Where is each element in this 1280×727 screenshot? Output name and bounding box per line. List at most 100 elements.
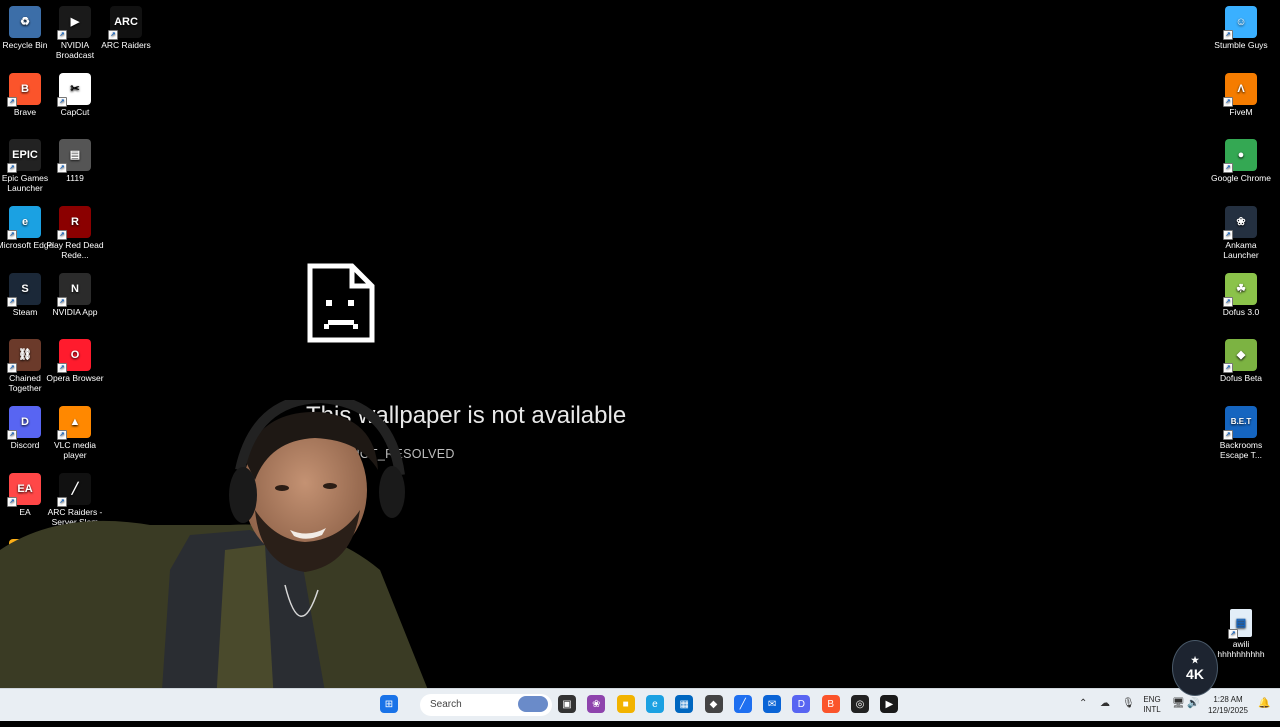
- icon-label: CapCut: [60, 107, 90, 117]
- desktop-icon-google-chrome[interactable]: ● ↗ Google Chrome: [1208, 133, 1274, 183]
- taskbar: ⊞ Search ▣ ❀ ■ e ▦ ◆ ╱ ✉ D B ◎ ▶ ⌃ ☁ 🎙 ENG INTL 🖥 🔊…: [0, 688, 1280, 721]
- icon-label: awili hhhhhhhhhh: [1217, 639, 1265, 659]
- taskbar-glyph: ▦: [679, 698, 689, 710]
- shortcut-arrow-icon: ↗: [1223, 297, 1233, 307]
- desktop-icon-backrooms-escape-t[interactable]: B.E.T ↗ Backrooms Escape T...: [1208, 400, 1274, 460]
- icon-glyph: ⛓: [18, 349, 32, 361]
- recycle-bin-icon: ♻: [9, 6, 41, 38]
- icon-glyph: S: [21, 283, 29, 295]
- desktop-icon-dofus-beta[interactable]: ◆ ↗ Dofus Beta: [1208, 333, 1274, 383]
- keyboard-layout: INTL: [1143, 705, 1161, 714]
- icon-glyph: e: [21, 216, 29, 228]
- shortcut-arrow-icon: ↗: [57, 97, 67, 107]
- taskbar-outlook-icon[interactable]: ✉: [763, 695, 782, 713]
- icon-glyph: ●: [1237, 149, 1245, 161]
- taskbar-brave-icon[interactable]: B: [821, 695, 840, 713]
- desktop-icon-awili-hhhhhhhhhh[interactable]: ▤ ↗ awili hhhhhhhhhh: [1208, 603, 1274, 659]
- taskbar-store-icon[interactable]: ▦: [675, 695, 694, 713]
- icon-label: Dofus 3.0: [1222, 307, 1260, 317]
- language-indicator[interactable]: ENG INTL: [1138, 695, 1166, 727]
- microphone-icon[interactable]: 🎙: [1122, 698, 1135, 709]
- shortcut-arrow-icon: ↗: [1223, 230, 1233, 240]
- clock-time: 1:28 AM: [1213, 695, 1243, 704]
- desktop-icon-1119[interactable]: ▤ ↗ 1119: [42, 133, 108, 183]
- language-code: ENG: [1143, 695, 1161, 704]
- shortcut-arrow-icon: ↗: [1223, 363, 1233, 373]
- taskbar-discord-icon[interactable]: D: [792, 695, 811, 713]
- brave-icon: B ↗: [7, 73, 41, 107]
- arc-raiders-icon: ARC ↗: [108, 6, 142, 40]
- chevron-up-icon[interactable]: ⌃: [1079, 698, 1087, 709]
- taskbar-nvidia-icon[interactable]: ▶: [880, 695, 899, 713]
- taskbar-glyph: B: [827, 698, 835, 710]
- shortcut-arrow-icon: ↗: [7, 297, 17, 307]
- icon-glyph: ◆: [1236, 349, 1246, 361]
- desktop-icon-nvidia-app[interactable]: N ↗ NVIDIA App: [42, 267, 108, 317]
- fivem-icon: Λ ↗: [1223, 73, 1257, 107]
- taskbar-obs-icon[interactable]: ◎: [851, 695, 869, 713]
- start-button[interactable]: ⊞: [380, 695, 398, 713]
- dofus-beta-icon: ◆ ↗: [1223, 339, 1257, 373]
- icon-label: FiveM: [1229, 107, 1253, 117]
- google-chrome-icon: ● ↗: [1223, 139, 1257, 173]
- dofus-3-0-icon: ☘ ↗: [1223, 273, 1257, 307]
- icon-glyph: B.E.T: [1230, 417, 1252, 426]
- icon-glyph: ▤: [69, 149, 81, 161]
- icon-label: Ankama Launcher: [1223, 240, 1259, 260]
- desktop-icon-capcut[interactable]: ✂ ↗ CapCut: [42, 67, 108, 117]
- icon-label: Stumble Guys: [1214, 40, 1268, 50]
- icon-glyph: ARC: [114, 16, 138, 28]
- desktop-icon-fivem[interactable]: Λ ↗ FiveM: [1208, 67, 1274, 117]
- desktop-icon-stumble-guys[interactable]: ☺ ↗ Stumble Guys: [1208, 0, 1274, 50]
- clock[interactable]: 1:28 AM 12/19/2025: [1202, 694, 1254, 726]
- icon-glyph: ▶: [70, 16, 80, 28]
- icon-glyph: ✂: [70, 83, 80, 95]
- taskbar-glyph: ✉: [767, 698, 777, 710]
- taskbar-glyph: e: [652, 698, 658, 710]
- nvidia-app-icon: N ↗: [57, 273, 91, 307]
- search-highlight-icon[interactable]: [518, 696, 548, 712]
- desktop-icon-arc-raiders[interactable]: ARC ↗ ARC Raiders: [93, 0, 159, 50]
- taskbar-app-blue-icon[interactable]: ╱: [733, 695, 752, 713]
- desktop-icon-opera-browser[interactable]: O ↗ Opera Browser: [42, 333, 108, 383]
- stumble-guys-icon: ☺ ↗: [1223, 6, 1257, 40]
- shortcut-arrow-icon: ↗: [7, 363, 17, 373]
- shortcut-arrow-icon: ↗: [7, 230, 17, 240]
- icon-label: NVIDIA App: [52, 307, 98, 317]
- icon-label: Backrooms Escape T...: [1219, 440, 1263, 460]
- taskbar-glyph: ❀: [592, 698, 601, 710]
- shortcut-arrow-icon: ↗: [1223, 97, 1233, 107]
- icon-label: Opera Browser: [46, 373, 104, 383]
- taskbar-copilot-icon[interactable]: ❀: [587, 695, 606, 713]
- capcut-icon: ✂ ↗: [57, 73, 91, 107]
- icon-glyph: O: [70, 349, 80, 361]
- taskbar-glyph: ■: [622, 698, 629, 710]
- taskbar-file-explorer-icon[interactable]: ■: [616, 695, 635, 713]
- icon-glyph: ♻: [20, 16, 30, 28]
- taskbar-task-view-icon[interactable]: ▣: [558, 695, 576, 713]
- taskbar-glyph: ▣: [562, 698, 572, 710]
- broken-file-icon: [307, 263, 375, 343]
- desktop-icon-ankama-launcher[interactable]: ❀ ↗ Ankama Launcher: [1208, 200, 1274, 260]
- desktop-icon-play-red-dead-rede[interactable]: R ↗ Play Red Dead Rede...: [42, 200, 108, 260]
- logo-text: 4K: [1186, 665, 1204, 682]
- logo-emblem: ★: [1190, 654, 1200, 665]
- 1119-icon: ▤ ↗: [57, 139, 91, 173]
- onedrive-icon[interactable]: ☁: [1100, 698, 1110, 709]
- channel-logo: ★ 4K: [1172, 640, 1218, 696]
- taskbar-glyph: D: [797, 698, 805, 710]
- network-icon[interactable]: 🖥: [1172, 698, 1185, 709]
- taskbar-glyph: ◆: [709, 698, 718, 710]
- taskbar-app-cube-icon[interactable]: ◆: [704, 695, 723, 713]
- volume-icon[interactable]: 🔊: [1187, 698, 1199, 709]
- chained-together-icon: ⛓ ↗: [7, 339, 41, 373]
- icon-glyph: ❀: [1236, 216, 1246, 228]
- desktop-icon-dofus-3-0[interactable]: ☘ ↗ Dofus 3.0: [1208, 267, 1274, 317]
- webcam-overlay: [0, 400, 440, 720]
- play-red-dead-rede-icon: R ↗: [57, 206, 91, 240]
- notification-icon[interactable]: 🔔: [1258, 698, 1270, 709]
- taskbar-edge-icon[interactable]: e: [645, 695, 664, 713]
- icon-glyph: ▤: [1235, 617, 1247, 629]
- taskbar-glyph: ◎: [855, 698, 865, 710]
- steam-icon: S ↗: [7, 273, 41, 307]
